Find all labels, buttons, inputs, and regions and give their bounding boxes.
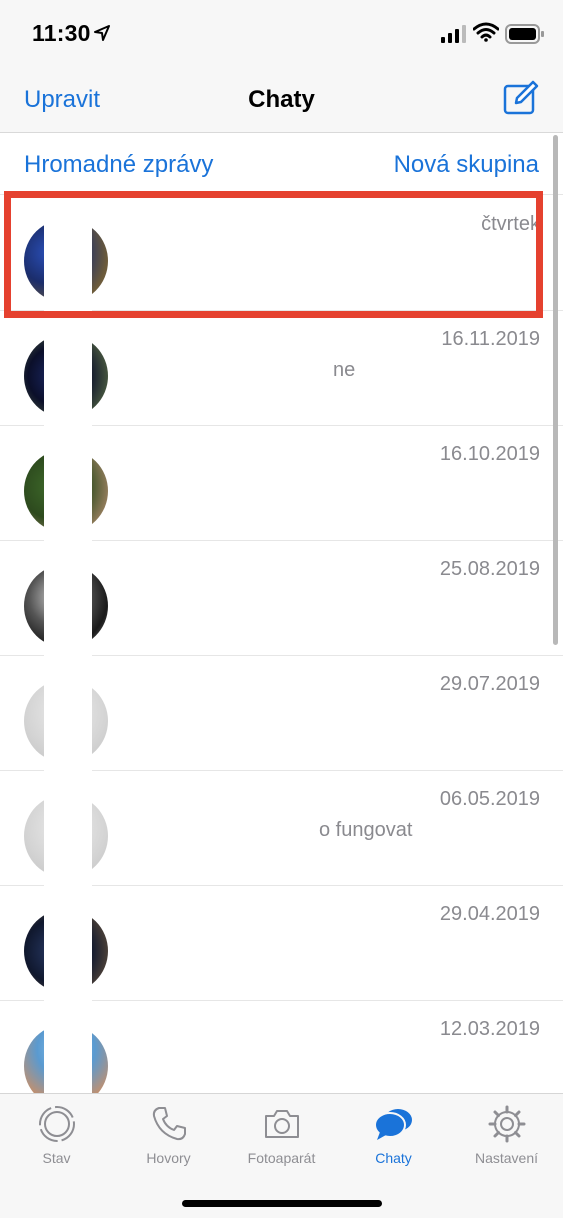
chat-date: 29.07.2019 [439,673,540,695]
tab-status[interactable]: Stav [0,1094,113,1174]
battery-icon [505,24,544,44]
status-bar: 11:30 [0,0,563,66]
chat-date: 25.08.2019 [439,558,540,580]
list-actions-row: Hromadné zprávy Nová skupina [0,133,563,195]
chat-row[interactable]: 29.07.2019 [0,656,563,771]
chat-date: 06.05.2019 [439,788,540,810]
cellular-signal-icon [441,25,466,43]
tab-label: Fotoaparát [247,1150,316,1166]
navigation-bar: Upravit Chaty [0,66,563,133]
home-indicator[interactable] [182,1200,382,1207]
chat-row[interactable]: čtvrtek [0,196,563,311]
camera-icon [264,1110,299,1138]
page-title: Chaty [248,86,315,113]
location-arrow-icon [94,25,110,41]
tab-label: Stav [42,1150,71,1166]
chat-date: 12.03.2019 [439,1018,540,1040]
chat-row[interactable]: 12.03.2019 [0,1001,563,1093]
scrollbar[interactable] [553,135,558,645]
new-group-button[interactable]: Nová skupina [394,151,539,179]
wifi-icon [473,22,499,42]
compose-icon[interactable] [502,80,540,116]
gear-icon [488,1105,525,1143]
chat-preview: ne [333,359,356,381]
chat-date: čtvrtek [481,213,540,235]
tab-camera[interactable]: Fotoaparát [225,1094,338,1174]
tab-settings[interactable]: Nastavení [450,1094,563,1174]
tab-chats[interactable]: Chaty [337,1094,450,1174]
phone-icon [152,1107,186,1141]
chat-date: 16.11.2019 [441,328,540,350]
chat-row[interactable]: 29.04.2019 [0,886,563,1001]
chat-bubbles-icon [373,1109,412,1140]
tab-bar: Stav Hovory Fotoaparát Chaty Nastavení [0,1093,563,1218]
chat-list[interactable]: Hromadné zprávy Nová skupina čtvrtek ne … [0,133,563,1093]
chat-row[interactable]: ne 16.11.2019 [0,311,563,426]
chat-date: 29.04.2019 [439,903,540,925]
status-time: 11:30 [32,20,91,46]
chat-row[interactable]: 25.08.2019 [0,541,563,656]
chat-date: 16.10.2019 [439,443,540,465]
chat-row[interactable]: o fungovat 06.05.2019 [0,771,563,886]
chat-preview: o fungovat [319,819,413,841]
tab-label: Nastavení [474,1150,539,1166]
broadcast-lists-button[interactable]: Hromadné zprávy [24,151,213,179]
status-icon [38,1106,75,1142]
tab-label: Chaty [375,1150,412,1166]
tab-calls[interactable]: Hovory [112,1094,225,1174]
chat-row[interactable]: 16.10.2019 [0,426,563,541]
tab-label: Hovory [146,1150,191,1166]
